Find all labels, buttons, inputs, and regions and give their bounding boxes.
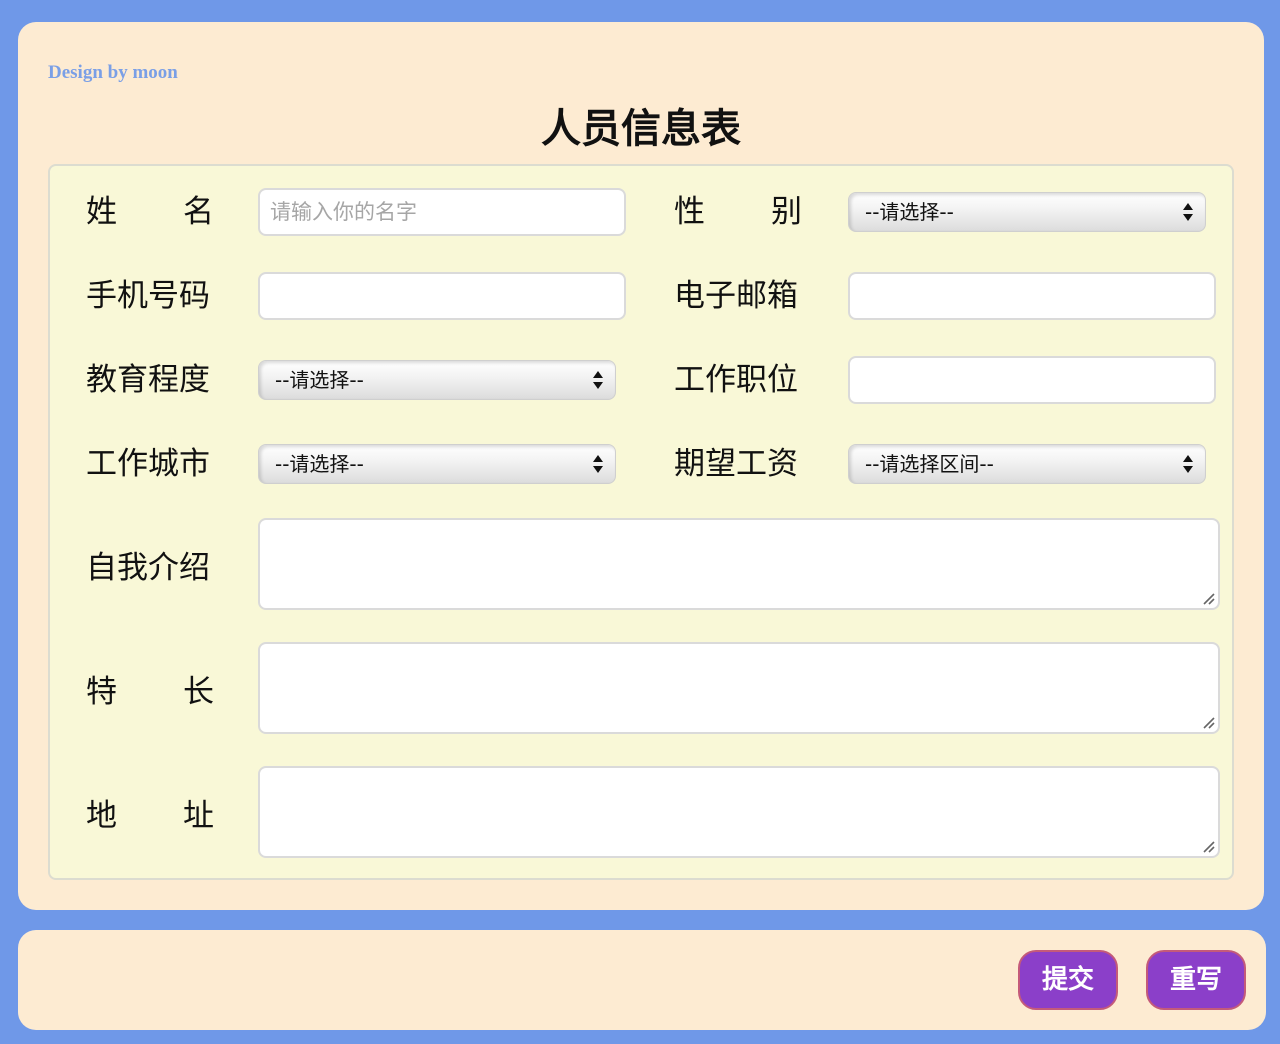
education-select[interactable]: --请选择--: [258, 360, 616, 400]
footer-bar: 提交 重写: [18, 930, 1266, 1030]
intro-textarea[interactable]: [258, 518, 1220, 610]
name-label: 姓 名: [86, 194, 214, 230]
address-textarea[interactable]: [258, 766, 1220, 858]
form-card: Design by moon 人员信息表 姓 名 请输入你的名字 性 别 --请…: [18, 22, 1264, 910]
position-label: 工作职位: [674, 362, 798, 398]
designer-credit: Design by moon: [48, 62, 178, 83]
name-input[interactable]: 请输入你的名字: [258, 188, 626, 236]
intro-label: 自我介绍: [86, 550, 210, 586]
address-label: 地 址: [86, 798, 214, 834]
education-select-value: --请选择--: [275, 368, 364, 392]
salary-select-value: --请选择区间--: [865, 452, 994, 476]
select-arrows-icon: [593, 455, 603, 473]
select-arrows-icon: [1183, 455, 1193, 473]
page-title: 人员信息表: [541, 105, 741, 152]
gender-select-value: --请选择--: [865, 200, 954, 224]
phone-input[interactable]: [258, 272, 626, 320]
resize-grip-icon[interactable]: [1201, 591, 1215, 605]
select-arrows-icon: [1183, 203, 1193, 221]
select-arrows-icon: [593, 371, 603, 389]
position-input[interactable]: [848, 356, 1216, 404]
gender-label: 性 别: [674, 194, 802, 230]
salary-select[interactable]: --请选择区间--: [848, 444, 1206, 484]
salary-label: 期望工资: [674, 446, 798, 482]
skills-textarea[interactable]: [258, 642, 1220, 734]
resize-grip-icon[interactable]: [1201, 715, 1215, 729]
phone-label: 手机号码: [86, 278, 210, 314]
city-select[interactable]: --请选择--: [258, 444, 616, 484]
city-select-value: --请选择--: [275, 452, 364, 476]
reset-button[interactable]: 重写: [1146, 950, 1246, 1010]
education-label: 教育程度: [86, 362, 210, 398]
email-input[interactable]: [848, 272, 1216, 320]
skills-label: 特 长: [86, 674, 214, 710]
email-label: 电子邮箱: [674, 278, 798, 314]
resize-grip-icon[interactable]: [1201, 839, 1215, 853]
gender-select[interactable]: --请选择--: [848, 192, 1206, 232]
city-label: 工作城市: [86, 446, 210, 482]
submit-button[interactable]: 提交: [1018, 950, 1118, 1010]
form-panel: 姓 名 请输入你的名字 性 别 --请选择-- 手机号码 电子邮箱 教育程度 -…: [48, 164, 1234, 880]
name-input-placeholder: 请输入你的名字: [270, 200, 417, 224]
